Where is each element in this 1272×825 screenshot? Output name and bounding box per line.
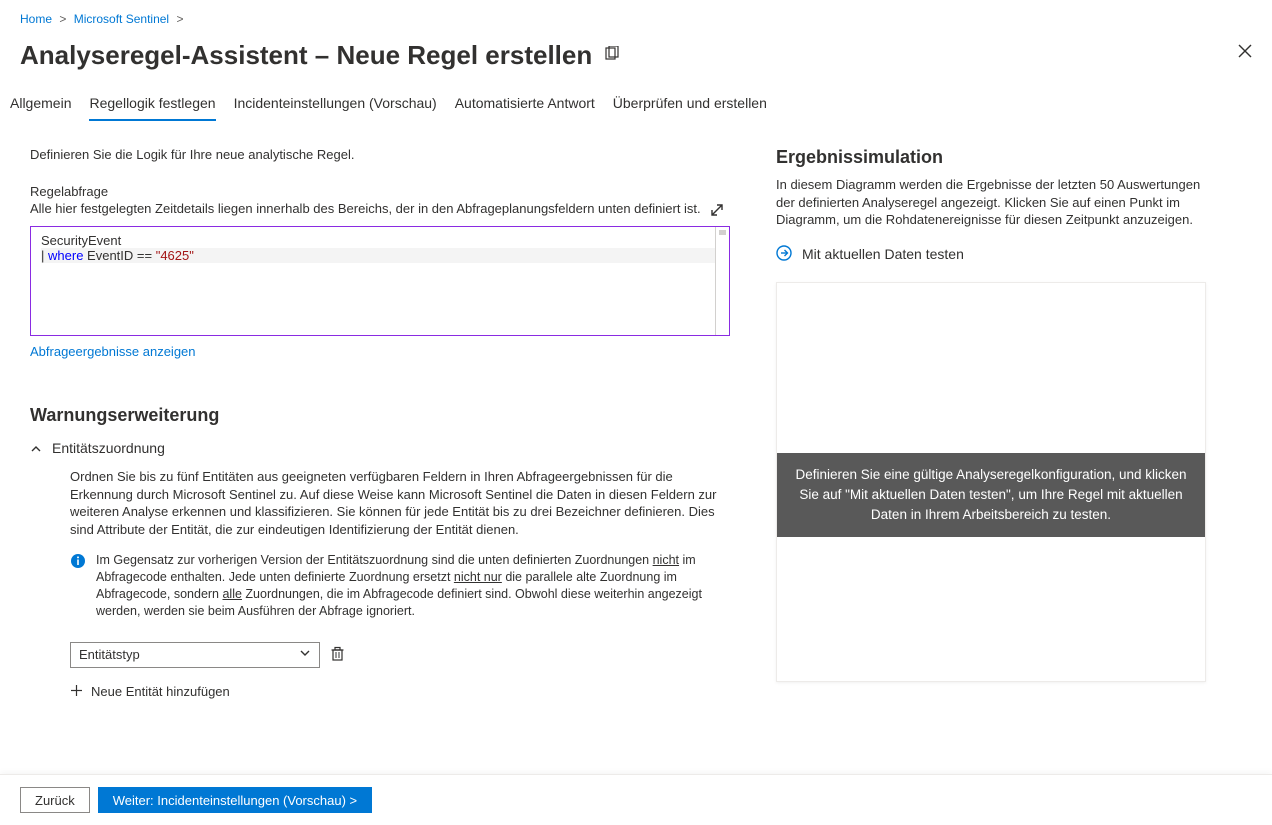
query-label: Regelabfrage [30,184,730,199]
arrow-right-circle-icon [776,245,792,264]
rule-logic-panel: Definieren Sie die Logik für Ihre neue a… [30,147,730,700]
view-query-results-link[interactable]: Abfrageergebnisse anzeigen [30,344,196,359]
plus-icon [70,684,83,700]
simulation-placeholder-message: Definieren Sie eine gültige Analyseregel… [777,453,1205,538]
wizard-footer: Zurück Weiter: Incidenteinstellungen (Vo… [0,774,1272,825]
info-note: Im Gegensatz zur vorherigen Version der … [70,552,730,620]
add-entity-label: Neue Entität hinzufügen [91,684,230,699]
test-with-current-data-button[interactable]: Mit aktuellen Daten testen [776,245,1206,264]
close-icon[interactable] [1238,44,1252,61]
entity-type-dropdown[interactable]: Entitätstyp [70,642,320,668]
chevron-down-icon [299,647,311,662]
pin-icon[interactable] [604,46,620,65]
breadcrumb-home[interactable]: Home [20,12,52,26]
tab-general[interactable]: Allgemein [10,89,71,121]
tab-automated-response[interactable]: Automatisierte Antwort [455,89,595,121]
query-editor[interactable]: SecurityEvent | where EventID == "4625" [30,226,730,336]
info-icon [70,553,86,620]
intro-text: Definieren Sie die Logik für Ihre neue a… [30,147,730,162]
test-link-label: Mit aktuellen Daten testen [802,246,964,262]
back-button[interactable]: Zurück [20,787,90,813]
tab-rule-logic[interactable]: Regellogik festlegen [89,89,215,121]
minimap-scrollbar[interactable] [715,227,729,335]
query-sublabel: Alle hier festgelegten Zeitdetails liege… [30,201,701,216]
simulation-title: Ergebnissimulation [776,147,1206,168]
entity-mapping-label: Entitätszuordnung [52,440,165,456]
tab-review-create[interactable]: Überprüfen und erstellen [613,89,767,121]
add-entity-button[interactable]: Neue Entität hinzufügen [70,684,730,700]
simulation-description: In diesem Diagramm werden die Ergebnisse… [776,176,1206,229]
alert-enhancement-heading: Warnungserweiterung [30,405,730,426]
tab-incident-settings[interactable]: Incidenteinstellungen (Vorschau) [234,89,437,121]
entity-mapping-description: Ordnen Sie bis zu fünf Entitäten aus gee… [70,468,730,538]
page-header: Analyseregel-Assistent – Neue Regel erst… [0,26,1272,79]
entity-mapping-accordion[interactable]: Entitätszuordnung [30,440,730,456]
simulation-chart-area: Definieren Sie eine gültige Analyseregel… [776,282,1206,682]
entity-type-placeholder: Entitätstyp [79,647,140,662]
breadcrumb: Home > Microsoft Sentinel > [0,0,1272,26]
chevron-up-icon [30,442,42,454]
page-title: Analyseregel-Assistent – Neue Regel erst… [20,40,592,71]
next-button[interactable]: Weiter: Incidenteinstellungen (Vorschau)… [98,787,372,813]
breadcrumb-sentinel[interactable]: Microsoft Sentinel [74,12,169,26]
code-line-1: SecurityEvent [41,233,719,248]
expand-icon[interactable] [710,203,724,220]
breadcrumb-sep: > [176,12,183,26]
results-simulation-panel: Ergebnissimulation In diesem Diagramm we… [776,147,1206,700]
breadcrumb-sep: > [59,12,66,26]
delete-entity-icon[interactable] [330,646,345,664]
code-line-2: | where EventID == "4625" [41,248,719,263]
tab-bar: Allgemein Regellogik festlegen Incidente… [0,79,1272,121]
